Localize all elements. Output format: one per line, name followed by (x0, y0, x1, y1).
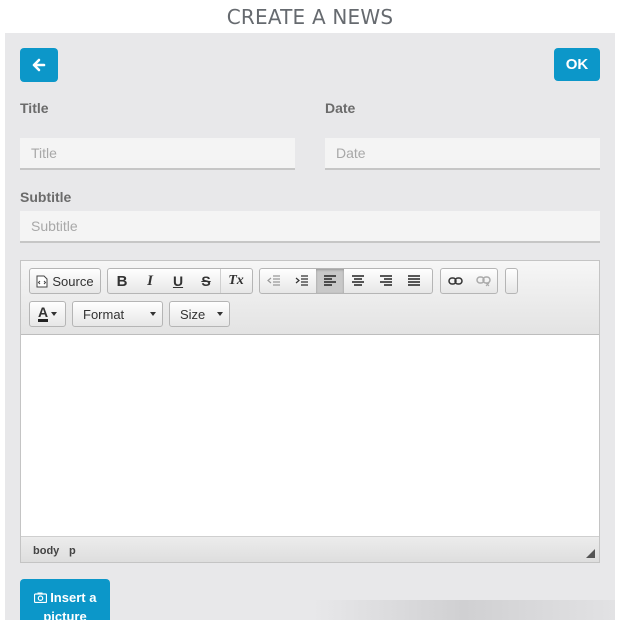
paragraph-group (259, 268, 433, 294)
justify-icon (408, 275, 420, 286)
outdent-button[interactable] (260, 269, 288, 293)
insert-picture-line2: picture (43, 609, 87, 620)
align-right-icon (380, 275, 392, 286)
format-label: Format (83, 306, 125, 322)
source-icon (36, 275, 48, 287)
unlink-icon (475, 276, 491, 287)
date-input[interactable] (325, 138, 600, 170)
title-label: Title (20, 100, 49, 116)
path-body[interactable]: body (33, 545, 59, 557)
indent-button[interactable] (288, 269, 316, 293)
insert-picture-line1: Insert a (20, 588, 110, 607)
align-left-button[interactable] (316, 269, 344, 293)
toolbar-empty-group (505, 268, 518, 294)
underline-button[interactable]: U (164, 269, 192, 293)
justify-button[interactable] (400, 269, 428, 293)
camera-icon (33, 592, 47, 604)
strikethrough-button[interactable]: S (192, 269, 220, 293)
title-input[interactable] (20, 138, 295, 170)
links-group (440, 268, 498, 294)
size-dropdown[interactable]: Size (169, 301, 230, 327)
form-panel: OK Title Date Subtitle Source (5, 33, 615, 620)
text-color-group: A (29, 301, 66, 327)
basic-styles-group: B I U S Tx (107, 268, 253, 294)
align-center-icon (352, 275, 364, 286)
editor-toolbar: Source B I U S Tx A Format Size (21, 261, 599, 335)
align-left-icon (324, 275, 336, 286)
resize-handle-icon[interactable] (586, 549, 595, 558)
page-title: CREATE A NEWS (226, 4, 394, 29)
page-header: CREATE A NEWS (5, 0, 615, 33)
outdent-icon (267, 275, 280, 286)
chevron-down-icon (51, 312, 58, 316)
page: CREATE A NEWS OK Title Date Subtitle (0, 0, 625, 620)
subtitle-input[interactable] (20, 211, 600, 243)
back-button[interactable] (20, 48, 58, 82)
chevron-down-icon (217, 312, 223, 316)
align-right-button[interactable] (372, 269, 400, 293)
indent-icon (295, 275, 308, 286)
arrow-left-icon (32, 58, 46, 72)
source-group: Source (29, 268, 101, 294)
format-dropdown[interactable]: Format (72, 301, 163, 327)
chevron-down-icon (150, 312, 156, 316)
insert-picture-button[interactable]: Insert a picture (20, 579, 110, 620)
source-button[interactable]: Source (30, 269, 100, 293)
rich-text-editor: Source B I U S Tx A Format Size body p (20, 260, 600, 563)
text-color-icon: A (37, 304, 49, 322)
editor-content-area[interactable] (21, 336, 599, 536)
bottom-shadow (110, 600, 615, 620)
link-button[interactable] (441, 269, 469, 293)
source-label: Source (52, 273, 94, 289)
link-icon (447, 277, 463, 285)
unlink-button[interactable] (469, 269, 497, 293)
size-label: Size (180, 306, 206, 322)
subtitle-label: Subtitle (20, 189, 72, 205)
align-center-button[interactable] (344, 269, 372, 293)
remove-format-button[interactable]: Tx (221, 269, 251, 293)
ok-button[interactable]: OK (554, 48, 600, 81)
bold-button[interactable]: B (108, 269, 136, 293)
text-color-button[interactable]: A (30, 302, 65, 326)
editor-status-bar: body p (21, 536, 599, 562)
date-label: Date (325, 100, 356, 116)
path-p[interactable]: p (69, 545, 76, 557)
italic-button[interactable]: I (136, 269, 164, 293)
